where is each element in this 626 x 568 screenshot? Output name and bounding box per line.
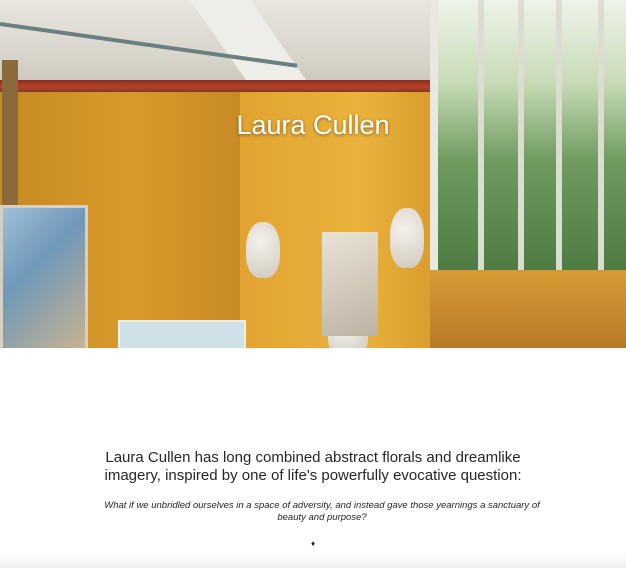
page-title: Laura Cullen — [236, 110, 390, 140]
hero-image: Laura Cullen — [0, 0, 626, 348]
portrait-painting — [0, 205, 88, 348]
bottom-fade — [0, 551, 626, 568]
canvas-board — [118, 320, 246, 348]
bust-sculpture — [246, 222, 280, 278]
relief-sculpture — [322, 232, 378, 336]
bust-sculpture — [390, 208, 424, 268]
quote-paragraph: What if we unbridled ourselves in a spac… — [104, 500, 540, 523]
ochre-wall-right — [430, 270, 626, 348]
intro-paragraph: Laura Cullen has long combined abstract … — [104, 449, 522, 484]
diamond-icon: ♦ — [310, 539, 316, 548]
